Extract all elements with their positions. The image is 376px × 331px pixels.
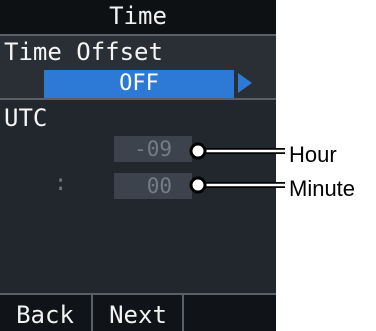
minute-callout-label: Minute (289, 176, 356, 201)
minute-callout-line (189, 176, 285, 194)
hour-callout-label: Hour (289, 142, 337, 167)
hour-callout-line (189, 142, 285, 160)
